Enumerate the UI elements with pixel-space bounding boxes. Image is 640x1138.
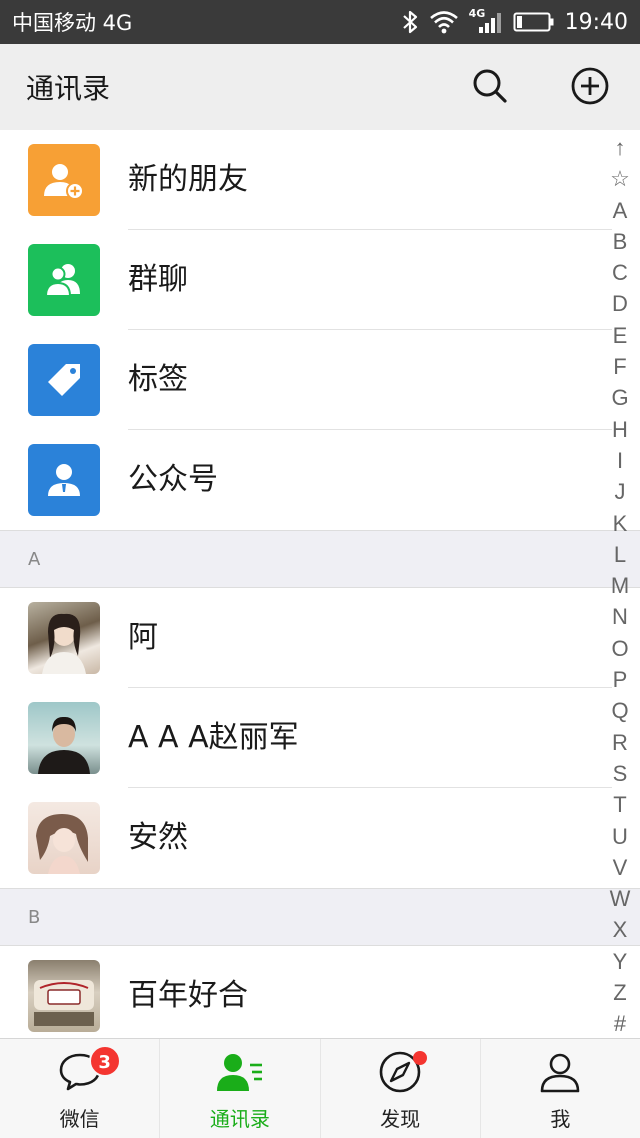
person-icon bbox=[538, 1050, 582, 1098]
row-label: 新的朋友 bbox=[128, 162, 248, 197]
network-type-label: 4G bbox=[468, 7, 486, 20]
notification-dot bbox=[413, 1051, 428, 1065]
tab-label: 微信 bbox=[59, 1107, 100, 1131]
status-icons: 4G 19:40 bbox=[401, 7, 628, 35]
contact-list[interactable]: 新的朋友 群聊 标签 公众号 A 阿 A A A赵丽军 安然 B 百年好合 bbox=[0, 130, 640, 1038]
avatar bbox=[28, 960, 100, 1032]
section-header-b: B bbox=[0, 888, 640, 946]
clock-label: 19:40 bbox=[564, 9, 628, 35]
bottom-tab-bar: 3 微信 通讯录 发现 我 bbox=[0, 1038, 640, 1138]
contact-row[interactable]: 安然 bbox=[0, 788, 640, 888]
avatar bbox=[28, 702, 100, 774]
new-friends-row[interactable]: 新的朋友 bbox=[0, 130, 640, 230]
row-label: 群聊 bbox=[128, 262, 188, 297]
index-letter[interactable]: P bbox=[613, 664, 628, 695]
index-letter[interactable]: E bbox=[613, 320, 628, 351]
index-letter[interactable]: S bbox=[613, 758, 628, 789]
tab-chats[interactable]: 3 微信 bbox=[0, 1039, 161, 1138]
tab-label: 我 bbox=[550, 1107, 571, 1131]
section-header-a: A bbox=[0, 530, 640, 588]
avatar bbox=[28, 802, 100, 874]
row-label: 标签 bbox=[128, 362, 188, 397]
index-letter[interactable]: O bbox=[611, 633, 628, 664]
index-letter[interactable]: C bbox=[612, 257, 628, 288]
index-letter[interactable]: ↑ bbox=[615, 132, 626, 163]
index-letter[interactable]: Z bbox=[613, 977, 626, 1008]
contact-row[interactable]: 阿 bbox=[0, 588, 640, 688]
group-chats-row[interactable]: 群聊 bbox=[0, 230, 640, 330]
search-button[interactable] bbox=[470, 68, 510, 108]
app-header: 通讯录 bbox=[0, 44, 640, 130]
plus-circle-icon bbox=[570, 66, 610, 110]
tags-row[interactable]: 标签 bbox=[0, 330, 640, 430]
unread-badge: 3 bbox=[88, 1045, 121, 1077]
index-letter[interactable]: V bbox=[613, 852, 628, 883]
avatar bbox=[28, 602, 100, 674]
contact-name: 阿 bbox=[128, 620, 158, 655]
battery-icon bbox=[513, 11, 555, 33]
index-letter[interactable]: L bbox=[614, 539, 626, 570]
contact-row[interactable]: 百年好合 bbox=[0, 946, 640, 1038]
index-letter[interactable]: D bbox=[612, 288, 628, 319]
tab-contacts[interactable]: 通讯录 bbox=[160, 1039, 321, 1138]
index-letter[interactable]: Q bbox=[611, 695, 628, 726]
tab-label: 通讯录 bbox=[209, 1107, 270, 1131]
tab-me[interactable]: 我 bbox=[481, 1039, 640, 1138]
index-letter[interactable]: F bbox=[613, 351, 626, 382]
bluetooth-icon bbox=[401, 9, 419, 35]
search-icon bbox=[471, 67, 509, 109]
page-title: 通讯录 bbox=[26, 72, 111, 105]
carrier-label: 中国移动 4G bbox=[12, 11, 133, 35]
index-letter[interactable]: X bbox=[613, 914, 628, 945]
index-letter[interactable]: H bbox=[612, 414, 628, 445]
status-bar: 中国移动 4G 4G 19:40 bbox=[0, 0, 640, 44]
index-letter[interactable]: R bbox=[612, 727, 628, 758]
contact-name: 安然 bbox=[128, 820, 188, 855]
tab-discover[interactable]: 发现 bbox=[321, 1039, 481, 1138]
row-label: 公众号 bbox=[128, 462, 218, 497]
cellular-signal-icon: 4G bbox=[468, 7, 503, 35]
contact-name: 百年好合 bbox=[128, 978, 248, 1013]
index-letter[interactable]: J bbox=[615, 476, 626, 507]
contacts-icon bbox=[216, 1051, 264, 1097]
tag-icon bbox=[28, 344, 100, 416]
index-letter[interactable]: ☆ bbox=[610, 163, 630, 194]
index-letter[interactable]: U bbox=[612, 821, 628, 852]
contact-name: A A A赵丽军 bbox=[128, 720, 299, 755]
alphabet-index[interactable]: ↑ ☆ A B C D E F G H I J K L M N O P Q R S T U V W X Y Z # bbox=[608, 132, 632, 1040]
index-letter[interactable]: Y bbox=[613, 946, 628, 977]
index-letter[interactable]: N bbox=[612, 601, 628, 632]
index-letter[interactable]: T bbox=[613, 789, 626, 820]
official-account-icon bbox=[28, 444, 100, 516]
contact-row[interactable]: A A A赵丽军 bbox=[0, 688, 640, 788]
index-letter[interactable]: B bbox=[613, 226, 628, 257]
index-letter[interactable]: # bbox=[614, 1008, 626, 1039]
group-chat-icon bbox=[28, 244, 100, 316]
index-letter[interactable]: K bbox=[613, 508, 628, 539]
index-letter[interactable]: A bbox=[613, 195, 628, 226]
tab-label: 发现 bbox=[380, 1107, 421, 1131]
official-accounts-row[interactable]: 公众号 bbox=[0, 430, 640, 530]
wifi-icon bbox=[429, 10, 459, 34]
index-letter[interactable]: G bbox=[611, 382, 628, 413]
add-friend-icon bbox=[28, 144, 100, 216]
index-letter[interactable]: W bbox=[610, 883, 631, 914]
add-button[interactable] bbox=[570, 66, 610, 110]
index-letter[interactable]: M bbox=[611, 570, 629, 601]
index-letter[interactable]: I bbox=[617, 445, 623, 476]
